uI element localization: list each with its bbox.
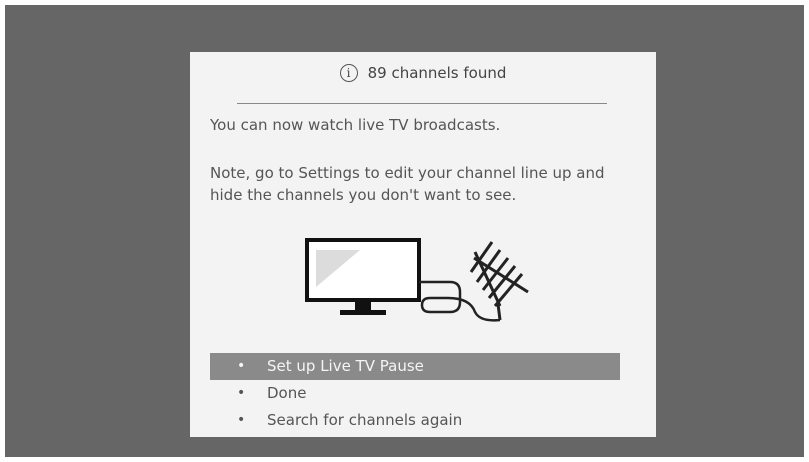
menu-item-label: Search for channels again bbox=[267, 411, 463, 429]
menu-item-live-tv-pause[interactable]: • Set up Live TV Pause bbox=[210, 353, 620, 380]
tv-screen: i 89 channels found You can now watch li… bbox=[5, 5, 804, 457]
menu-item-label: Set up Live TV Pause bbox=[267, 357, 424, 375]
options-menu: • Set up Live TV Pause • Done • Search f… bbox=[210, 353, 620, 434]
info-icon: i bbox=[339, 64, 358, 82]
menu-item-label: Done bbox=[267, 384, 307, 402]
menu-item-done[interactable]: • Done bbox=[210, 380, 620, 407]
bullet: • bbox=[237, 412, 246, 428]
settings-note: Note, go to Settings to edit your channe… bbox=[210, 164, 605, 204]
live-tv-message: You can now watch live TV broadcasts. bbox=[210, 116, 501, 134]
bullet: • bbox=[237, 358, 246, 374]
cable-icon bbox=[419, 280, 462, 314]
dialog-title: 89 channels found bbox=[367, 64, 507, 82]
antenna-icon bbox=[469, 241, 529, 321]
menu-item-search-again[interactable]: • Search for channels again bbox=[210, 407, 620, 434]
header-divider bbox=[237, 103, 607, 104]
bullet: • bbox=[237, 385, 246, 401]
channels-found-dialog: i 89 channels found You can now watch li… bbox=[190, 52, 656, 437]
dialog-header: i 89 channels found bbox=[190, 60, 656, 86]
tv-icon bbox=[305, 238, 421, 315]
tv-antenna-illustration bbox=[305, 238, 529, 322]
